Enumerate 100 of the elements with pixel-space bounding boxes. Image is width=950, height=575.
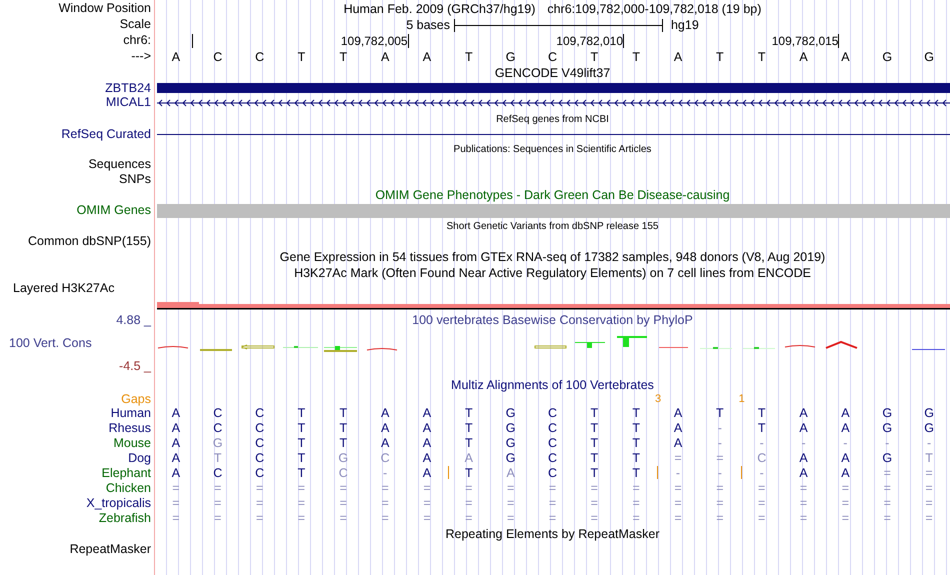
base-letter: =: [296, 481, 306, 496]
base-letter: A: [672, 406, 684, 421]
base-letter: A: [840, 406, 851, 421]
base-letter: A: [798, 406, 809, 421]
track-title: RefSeq genes from NCBI: [496, 112, 609, 126]
base-letter: A: [170, 50, 182, 64]
base-letter: =: [338, 511, 348, 526]
base-letter: T: [756, 421, 767, 436]
base-letter: =: [798, 481, 808, 496]
base-letter: C: [254, 466, 266, 481]
base-letter: =: [924, 481, 934, 496]
base-letter: G: [881, 406, 894, 421]
track-title: H3K27Ac Mark (Often Found Near Active Regulatory Elements) on 7 cell lines from ENCODE: [294, 266, 811, 280]
base-letter: T: [464, 436, 474, 451]
base-letter: T: [631, 421, 641, 436]
base-letter: T: [590, 466, 600, 481]
base-letter: -: [716, 421, 723, 436]
base-letter: -: [716, 466, 723, 481]
base-letter: =: [464, 511, 474, 526]
gene-label[interactable]: ZBTB24: [0, 81, 155, 95]
track-label: SNPs: [118, 172, 152, 187]
base-letter: C: [546, 451, 558, 466]
base-letter: =: [798, 511, 808, 526]
species-label[interactable]: Dog: [0, 451, 155, 466]
base-letter: =: [757, 511, 766, 526]
base-letter: =: [422, 481, 432, 496]
base-letter: =: [924, 496, 934, 511]
base-letter: T: [464, 406, 474, 421]
species-label[interactable]: Human: [0, 406, 155, 421]
base-letter: A: [422, 421, 432, 436]
base-letter: T: [464, 421, 474, 436]
base-letter: T: [296, 451, 306, 466]
track-label: 100 Vert. Cons: [8, 336, 92, 351]
base-letter: A: [840, 421, 851, 436]
track-label[interactable]: OMIM Genes: [0, 203, 155, 218]
base-letter: -: [382, 466, 388, 481]
base-letter: T: [715, 406, 725, 421]
base-letter: G: [881, 50, 894, 64]
base-letter: =: [673, 511, 683, 526]
base-letter: A: [422, 436, 432, 451]
track-label[interactable]: RefSeq Curated: [0, 127, 155, 141]
base-letter: =: [464, 496, 474, 511]
base-letter: =: [213, 511, 222, 526]
base-letter: A: [672, 436, 684, 451]
base-letter: C: [254, 406, 266, 421]
base-letter: =: [380, 496, 390, 511]
base-letter: =: [882, 496, 892, 511]
species-label[interactable]: Zebrafish: [0, 511, 155, 526]
coordinate-label: 109,782,015: [772, 34, 838, 48]
base-letter: T: [590, 436, 600, 451]
base-letter: -: [926, 436, 932, 451]
base-letter: T: [338, 406, 348, 421]
base-letter: -: [800, 436, 807, 451]
base-letter: A: [672, 50, 684, 64]
species-label[interactable]: Elephant: [0, 466, 155, 481]
gene-strand-line[interactable]: [157, 99, 950, 107]
base-letter: =: [924, 511, 934, 526]
base-letter: =: [673, 496, 683, 511]
track-label: RepeatMasker: [68, 542, 152, 557]
base-letter: =: [254, 481, 264, 496]
base-letter: A: [798, 421, 809, 436]
base-letter: =: [506, 511, 516, 526]
species-label[interactable]: Rhesus: [0, 421, 155, 436]
base-letter: C: [254, 50, 266, 64]
base-letter: A: [672, 421, 684, 436]
base-letter: G: [881, 421, 894, 436]
base-letter: A: [380, 406, 390, 421]
gene-label[interactable]: MICAL1: [0, 95, 155, 111]
base-letter: =: [757, 496, 766, 511]
base-letter: =: [632, 481, 641, 496]
base-letter: A: [170, 466, 182, 481]
base-letter: A: [798, 451, 809, 466]
base-letter: A: [170, 436, 182, 451]
base-letter: =: [924, 466, 934, 481]
base-letter: A: [422, 451, 432, 466]
species-label[interactable]: X_tropicalis: [0, 496, 155, 511]
base-letter: T: [338, 436, 348, 451]
base-letter: T: [296, 406, 306, 421]
base-letter: =: [632, 511, 641, 526]
base-letter: =: [840, 511, 850, 526]
base-letter: =: [798, 496, 808, 511]
base-letter: =: [171, 481, 181, 496]
axis-max-label: 4.88 _: [116, 313, 151, 328]
base-letter: C: [546, 466, 558, 481]
base-letter: =: [296, 496, 306, 511]
species-label[interactable]: Mouse: [0, 436, 155, 451]
track-label: Sequences: [87, 157, 152, 172]
base-letter: -: [758, 436, 765, 451]
species-label[interactable]: Chicken: [0, 481, 155, 496]
base-letter: =: [882, 466, 892, 481]
base-letter: C: [380, 451, 391, 466]
base-letter: =: [882, 511, 892, 526]
base-letter: =: [464, 481, 474, 496]
base-letter: T: [590, 421, 600, 436]
base-letter: =: [715, 496, 725, 511]
base-letter: G: [881, 451, 894, 466]
base-letter: =: [338, 496, 348, 511]
base-letter: A: [422, 406, 432, 421]
base-letter: =: [296, 511, 306, 526]
base-letter: =: [715, 451, 725, 466]
